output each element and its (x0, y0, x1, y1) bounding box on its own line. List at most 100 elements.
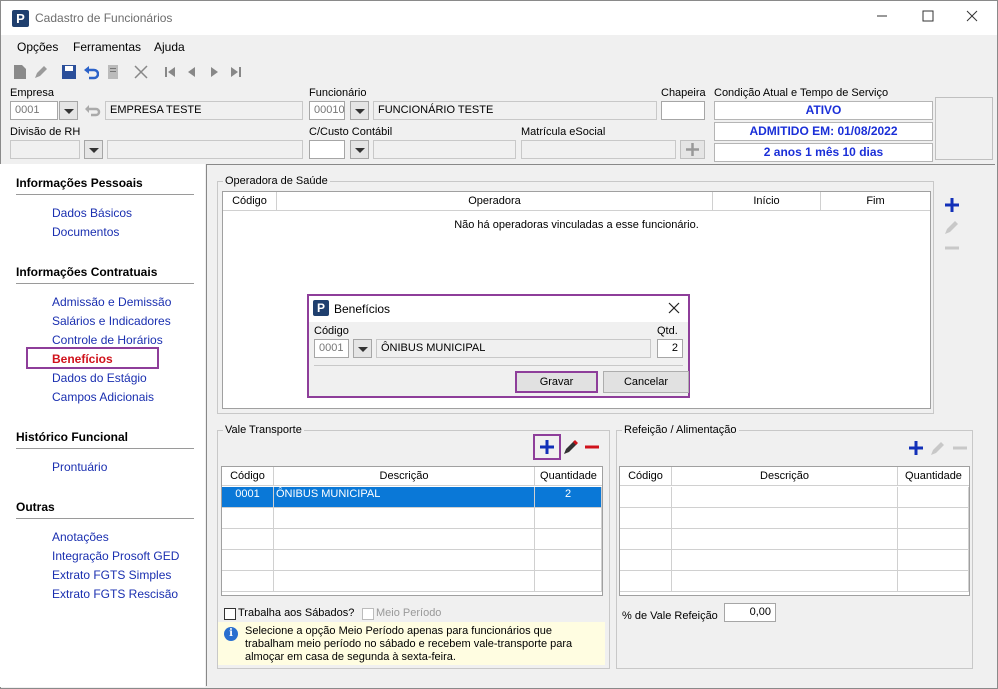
save-icon[interactable] (61, 64, 77, 80)
refeicao-grid[interactable]: Código Descrição Quantidade (619, 466, 970, 596)
table-row[interactable] (274, 508, 535, 529)
operadora-col-operadora[interactable]: Operadora (277, 192, 713, 211)
vt-col-descricao[interactable]: Descrição (274, 467, 535, 486)
table-row[interactable] (222, 571, 274, 592)
table-row[interactable] (898, 508, 969, 529)
dialog-codigo-dropdown-button[interactable] (353, 339, 372, 358)
edit-icon[interactable] (33, 64, 49, 80)
print-icon[interactable] (105, 64, 121, 80)
last-record-icon[interactable] (228, 64, 244, 80)
vt-edit-button[interactable] (561, 437, 581, 457)
table-row[interactable] (672, 487, 898, 508)
table-row[interactable] (898, 529, 969, 550)
refeicao-col-quantidade[interactable]: Quantidade (898, 467, 969, 486)
operadora-col-codigo[interactable]: Código (223, 192, 277, 211)
empresa-link-icon[interactable] (83, 101, 103, 120)
new-document-icon[interactable] (12, 64, 28, 80)
empresa-dropdown-button[interactable] (59, 101, 78, 120)
matricula-add-button[interactable] (680, 140, 705, 159)
table-row-quantidade[interactable]: 2 (535, 487, 602, 508)
sidebar-item-integracao-ged[interactable]: Integração Prosoft GED (52, 549, 179, 563)
sidebar-item-campos-adicionais[interactable]: Campos Adicionais (52, 390, 154, 404)
table-row-descricao[interactable]: ÔNIBUS MUNICIPAL (274, 487, 535, 508)
table-row-codigo[interactable]: 0001 (222, 487, 274, 508)
sidebar-item-extrato-fgts-rescisao[interactable]: Extrato FGTS Rescisão (52, 587, 178, 601)
previous-record-icon[interactable] (184, 64, 200, 80)
funcionario-dropdown-button[interactable] (350, 101, 369, 120)
table-row[interactable] (274, 529, 535, 550)
table-row[interactable] (222, 529, 274, 550)
vale-transporte-grid[interactable]: Código Descrição Quantidade 0001 ÔNIBUS … (221, 466, 603, 596)
cancel-button[interactable]: Cancelar (603, 371, 689, 393)
maximize-button[interactable] (905, 5, 951, 31)
refeicao-col-codigo[interactable]: Código (620, 467, 672, 486)
dialog-close-button[interactable] (667, 301, 683, 317)
table-row[interactable] (620, 487, 672, 508)
save-button[interactable]: Gravar (515, 371, 598, 393)
ccusto-dropdown-button[interactable] (350, 140, 369, 159)
sidebar-item-documentos[interactable]: Documentos (52, 225, 119, 239)
divisao-code-field[interactable] (10, 140, 80, 159)
sabados-checkbox[interactable] (224, 608, 236, 620)
sidebar-item-extrato-fgts-simples[interactable]: Extrato FGTS Simples (52, 568, 171, 582)
operadora-remove-button[interactable] (942, 238, 962, 258)
table-row[interactable] (274, 550, 535, 571)
operadora-add-button[interactable] (942, 195, 962, 215)
percent-vale-refeicao-field[interactable]: 0,00 (724, 603, 776, 622)
divisao-dropdown-button[interactable] (84, 140, 103, 159)
table-row[interactable] (672, 550, 898, 571)
menu-ajuda[interactable]: Ajuda (154, 40, 185, 54)
chapeira-field[interactable] (661, 101, 705, 120)
delete-x-icon[interactable] (133, 64, 149, 80)
undo-icon[interactable] (83, 64, 100, 80)
next-record-icon[interactable] (206, 64, 222, 80)
operadora-edit-button[interactable] (942, 217, 962, 237)
table-row[interactable] (535, 508, 602, 529)
ccusto-code-field[interactable] (309, 140, 345, 159)
table-row[interactable] (620, 571, 672, 592)
operadora-col-inicio[interactable]: Início (713, 192, 821, 211)
sidebar-item-controle-horarios[interactable]: Controle de Horários (52, 333, 163, 347)
meio-periodo-checkbox[interactable] (362, 608, 374, 620)
table-row[interactable] (222, 550, 274, 571)
table-row[interactable] (672, 508, 898, 529)
employee-photo[interactable] (935, 97, 993, 160)
vt-col-quantidade[interactable]: Quantidade (535, 467, 602, 486)
sidebar-item-salarios-indicadores[interactable]: Salários e Indicadores (52, 314, 171, 328)
table-row[interactable] (898, 487, 969, 508)
vt-remove-button[interactable] (582, 437, 602, 457)
sidebar-item-dados-basicos[interactable]: Dados Básicos (52, 206, 132, 220)
table-row[interactable] (535, 571, 602, 592)
refeicao-col-descricao[interactable]: Descrição (672, 467, 898, 486)
operadora-col-fim[interactable]: Fim (821, 192, 930, 211)
table-row[interactable] (222, 508, 274, 529)
dialog-codigo-field[interactable]: 0001 (314, 339, 349, 358)
table-row[interactable] (672, 529, 898, 550)
table-row[interactable] (672, 571, 898, 592)
table-row[interactable] (535, 550, 602, 571)
refeicao-remove-button[interactable] (950, 438, 970, 458)
dialog-qtd-field[interactable]: 2 (657, 339, 683, 358)
refeicao-add-button[interactable] (906, 438, 926, 458)
sidebar-item-anotacoes[interactable]: Anotações (52, 530, 109, 544)
vt-add-button[interactable] (537, 437, 557, 457)
table-row[interactable] (898, 571, 969, 592)
table-row[interactable] (274, 571, 535, 592)
close-button[interactable] (949, 5, 995, 31)
empresa-code-field[interactable]: 0001 (10, 101, 58, 120)
table-row[interactable] (620, 508, 672, 529)
menu-opcoes[interactable]: Opções (17, 40, 58, 54)
table-row[interactable] (620, 550, 672, 571)
menu-ferramentas[interactable]: Ferramentas (73, 40, 141, 54)
minimize-button[interactable] (859, 5, 905, 31)
funcionario-code-field[interactable]: 00010 (309, 101, 345, 120)
refeicao-edit-button[interactable] (928, 438, 948, 458)
sidebar-item-prontuario[interactable]: Prontuário (52, 460, 107, 474)
table-row[interactable] (535, 529, 602, 550)
sidebar-item-admissao-demissao[interactable]: Admissão e Demissão (52, 295, 171, 309)
sidebar-item-dados-estagio[interactable]: Dados do Estágio (52, 371, 147, 385)
table-row[interactable] (620, 529, 672, 550)
table-row[interactable] (898, 550, 969, 571)
first-record-icon[interactable] (162, 64, 178, 80)
vt-col-codigo[interactable]: Código (222, 467, 274, 486)
